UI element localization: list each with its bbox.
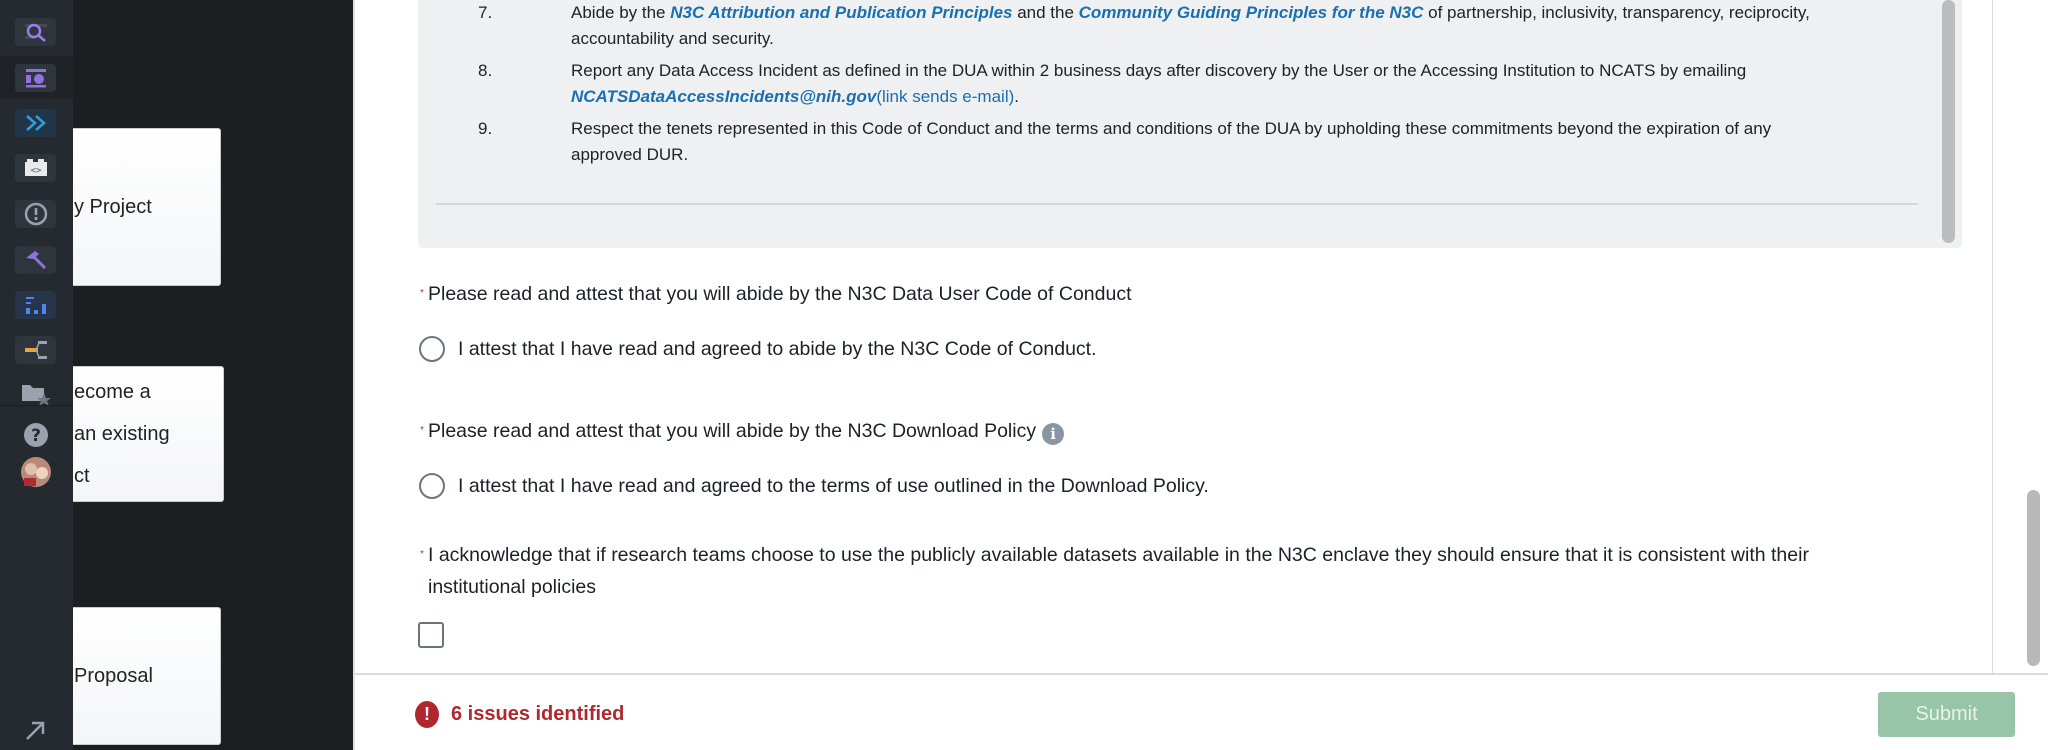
sidebar: <> ?: [0, 0, 73, 750]
q3-checkbox[interactable]: [418, 622, 444, 648]
item-number: 8.: [478, 61, 493, 80]
error-icon: !: [415, 701, 439, 728]
attribution-principles-link[interactable]: N3C Attribution and Publication Principl…: [670, 3, 1012, 22]
help-icon[interactable]: ?: [15, 421, 56, 449]
text: Report any Data Access Incident as defin…: [571, 61, 1747, 80]
chart-icon[interactable]: [15, 291, 56, 319]
question-text: I acknowledge that if research teams cho…: [428, 544, 1809, 598]
radio-label[interactable]: I attest that I have read and agreed to …: [458, 338, 1097, 361]
code-of-conduct-box: 7. Abide by the N3C Attribution and Publ…: [418, 0, 1962, 248]
required-marker: *: [420, 549, 424, 560]
card-label: an existing: [74, 423, 170, 445]
svg-text:<>: <>: [30, 166, 41, 176]
q1-radio[interactable]: [419, 336, 445, 362]
q2-label: * Please read and attest that you will ab…: [420, 415, 1898, 447]
q1-label: * Please read and attest that you will ab…: [420, 278, 1898, 310]
radio-label[interactable]: I attest that I have read and agreed to …: [458, 475, 1209, 498]
divider: [436, 203, 1918, 205]
item-text: Respect the tenets represented in this C…: [571, 119, 1772, 164]
issues-indicator[interactable]: ! 6 issues identified: [415, 701, 624, 728]
item-text: Abide by the N3C Attribution and Publica…: [571, 0, 1841, 52]
card-label: Proposal: [74, 665, 153, 687]
text: Abide by the: [571, 3, 671, 22]
hammer-icon[interactable]: [15, 246, 56, 274]
text: .: [1014, 87, 1019, 106]
issues-text: 6 issues identified: [451, 703, 625, 725]
alert-icon[interactable]: [15, 200, 56, 228]
email-link-note[interactable]: (link sends e-mail): [876, 87, 1014, 106]
pipeline-icon[interactable]: [15, 336, 56, 364]
content-border: [1992, 0, 1993, 673]
code-icon[interactable]: <>: [15, 154, 56, 182]
card-label: ct: [74, 465, 90, 487]
item-number: 7.: [478, 3, 493, 22]
card-label: ecome a: [74, 381, 151, 403]
layout-icon[interactable]: [15, 64, 56, 92]
new-project-card[interactable]: y Project: [60, 128, 221, 286]
text: and the: [1012, 3, 1079, 22]
card-label: y Project: [74, 196, 152, 218]
question-text: Please read and attest that you will abi…: [428, 283, 1132, 305]
avatar[interactable]: [15, 457, 56, 487]
code-box-scrollbar[interactable]: [1942, 0, 1955, 243]
form-panel: 7. Abide by the N3C Attribution and Publ…: [355, 0, 2048, 750]
q3-label: * I acknowledge that if research teams ch…: [420, 539, 1898, 603]
footer: ! 6 issues identified Submit: [355, 673, 2048, 750]
page-scrollbar[interactable]: [2027, 490, 2040, 666]
sidebar-divider: [0, 405, 73, 406]
required-marker: *: [420, 425, 424, 436]
question-text: Please read and attest that you will abi…: [428, 420, 1037, 442]
q2-option[interactable]: I attest that I have read and agreed to …: [419, 473, 1209, 499]
email-link[interactable]: NCATSDataAccessIncidents@nih.gov: [571, 87, 876, 106]
proposal-card[interactable]: Proposal: [60, 607, 221, 745]
arrow-up-right-icon[interactable]: [15, 716, 56, 744]
folder-star-icon[interactable]: [15, 380, 56, 408]
submit-button[interactable]: Submit: [1878, 692, 2015, 737]
q1-option[interactable]: I attest that I have read and agreed to …: [419, 336, 1097, 362]
chevrons-right-icon[interactable]: [15, 109, 56, 137]
item-number: 9.: [478, 119, 493, 138]
info-icon[interactable]: i: [1042, 423, 1065, 445]
svg-text:?: ?: [31, 426, 41, 446]
required-marker: *: [420, 288, 424, 299]
q2-radio[interactable]: [419, 473, 445, 499]
item-text: Report any Data Access Incident as defin…: [571, 58, 1841, 110]
community-principles-link[interactable]: Community Guiding Principles for the N3C: [1079, 3, 1424, 22]
search-icon[interactable]: [15, 18, 56, 46]
join-project-card[interactable]: ecome a an existing ct: [60, 366, 224, 502]
